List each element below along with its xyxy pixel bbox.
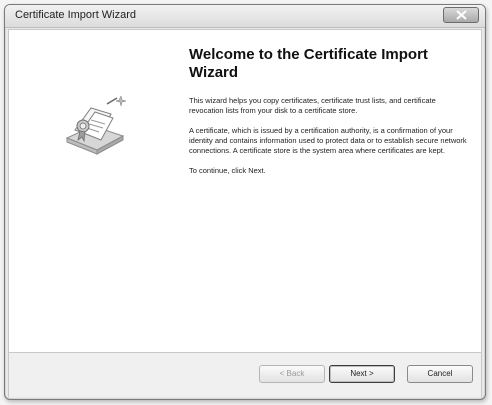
next-button[interactable]: Next > (329, 365, 395, 383)
certificate-import-wizard-window: Certificate Import Wizard Welcome to the… (4, 4, 486, 400)
wizard-client-area: Welcome to the Certificate Import Wizard… (8, 29, 482, 397)
back-button[interactable]: < Back (259, 365, 325, 383)
certificate-description-paragraph: A certificate, which is issued by a cert… (189, 126, 467, 155)
intro-paragraph: This wizard helps you copy certificates,… (189, 96, 436, 115)
wizard-footer: < Back Next > Cancel (9, 352, 481, 397)
certificate-wizard-icon (65, 96, 127, 155)
close-button[interactable] (443, 7, 479, 23)
page-title: Welcome to the Certificate Import Wizard (189, 46, 428, 81)
continue-instruction: To continue, click Next. (189, 166, 266, 175)
window-title: Certificate Import Wizard (15, 9, 137, 21)
title-bar[interactable]: Certificate Import Wizard (5, 5, 485, 28)
welcome-content: Welcome to the Certificate Import Wizard… (189, 46, 469, 186)
close-icon (456, 10, 467, 20)
side-panel (9, 30, 177, 350)
cancel-button[interactable]: Cancel (407, 365, 473, 383)
